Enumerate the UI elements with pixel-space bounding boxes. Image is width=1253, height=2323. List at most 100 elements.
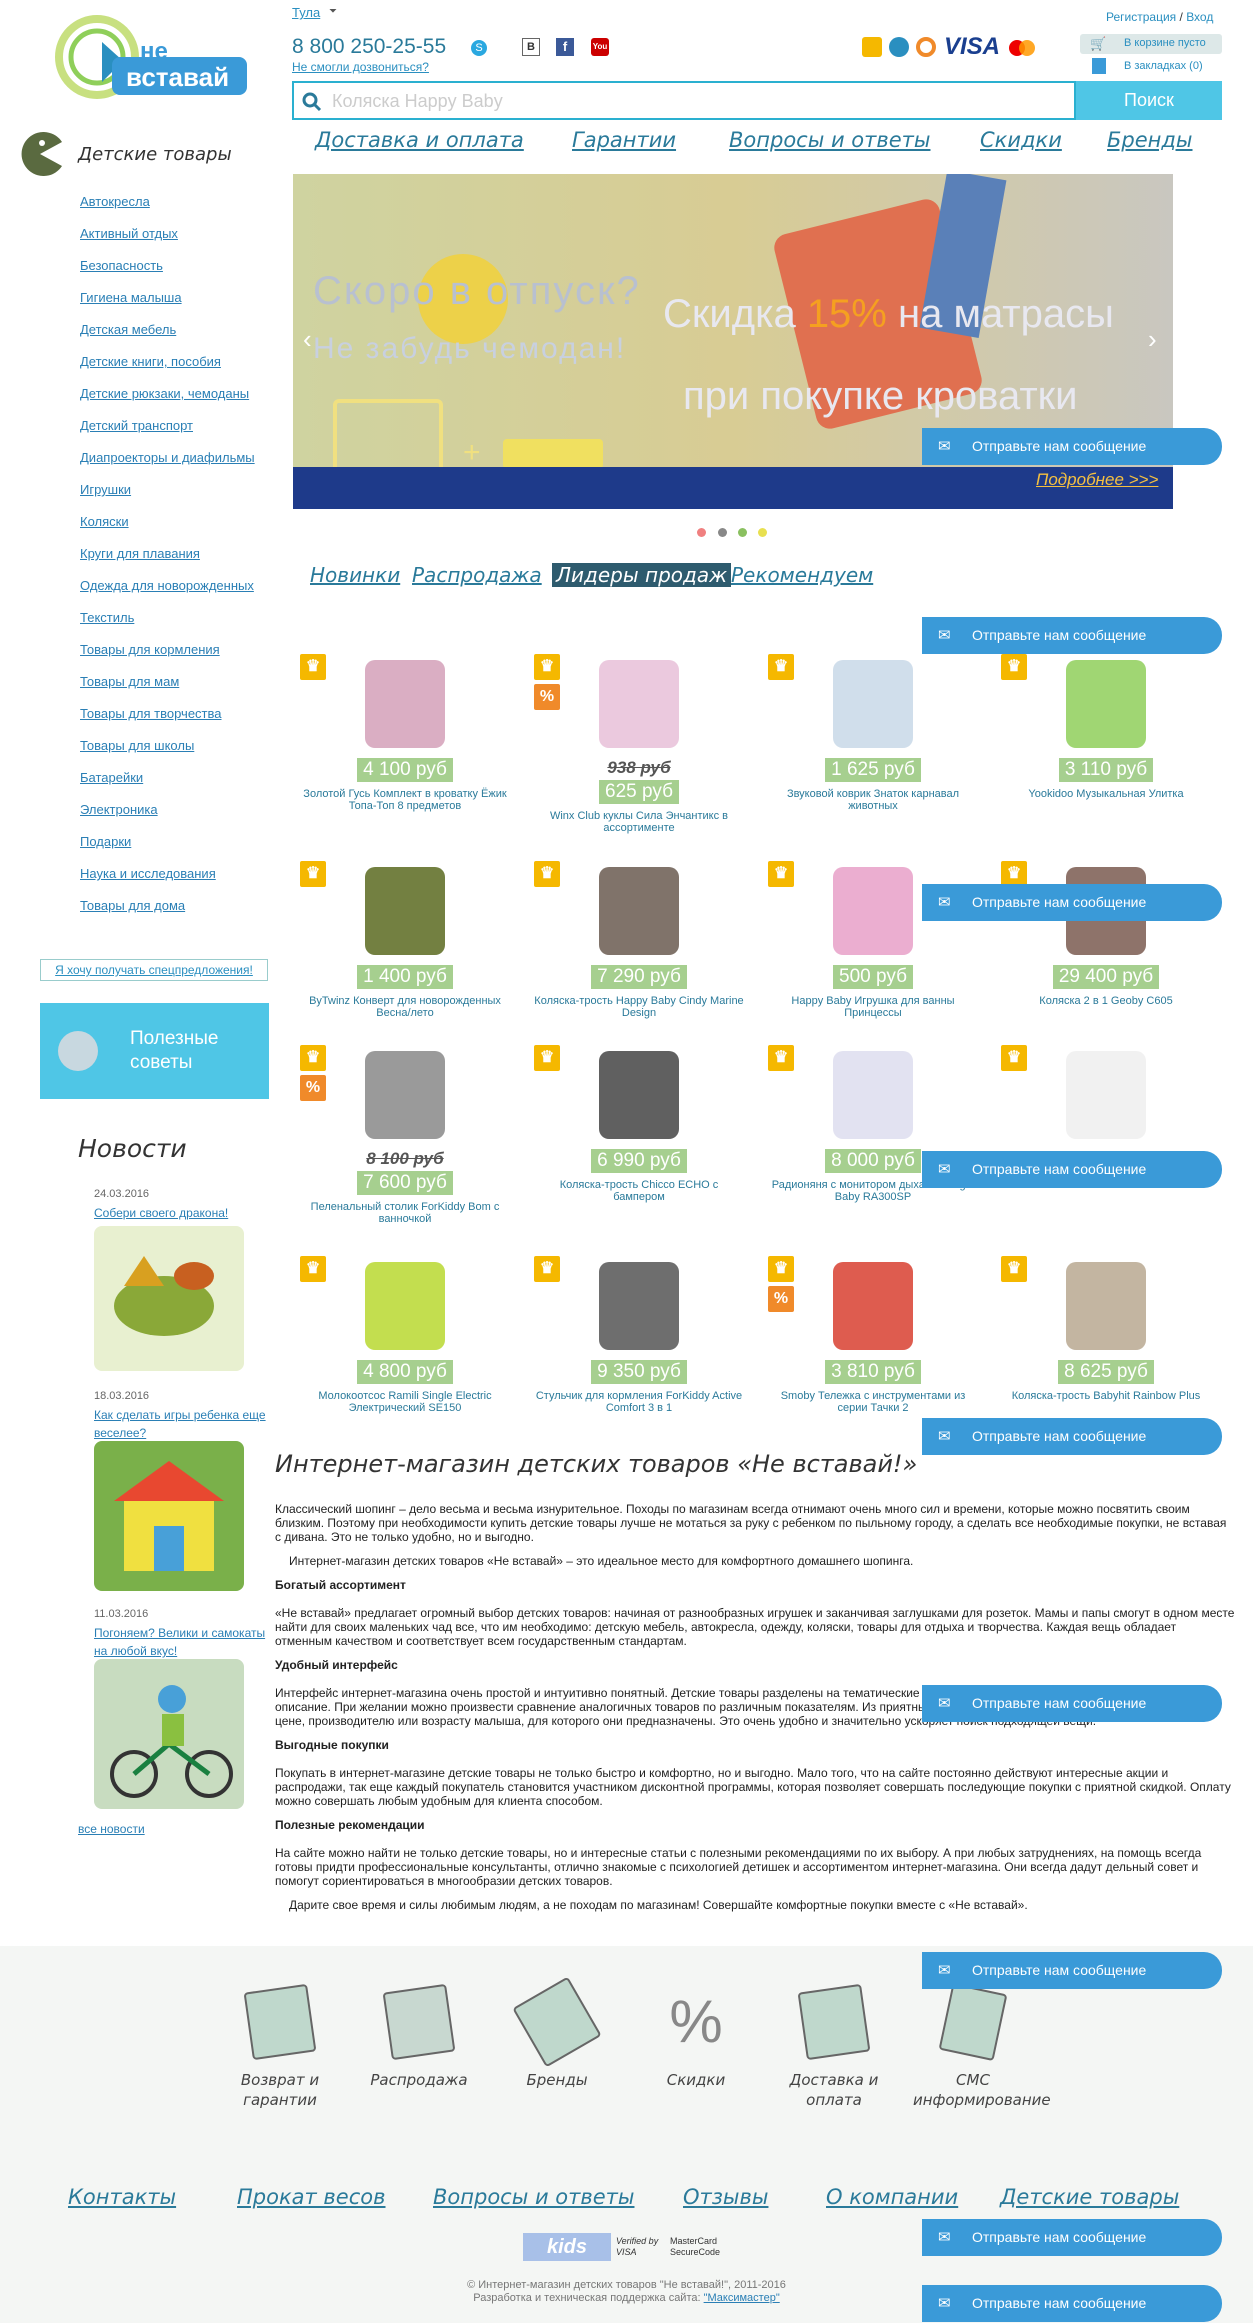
- callback-link[interactable]: Не смогли дозвониться?: [292, 60, 429, 74]
- category-item[interactable]: Детские рюкзаки, чемоданы: [80, 386, 249, 401]
- slider-dot[interactable]: [758, 528, 767, 537]
- product-name[interactable]: Молокоотсос Ramili Single Electric Элект…: [290, 1390, 520, 1414]
- product-card[interactable]: ♛ 500 руб Happy Baby Игрушка для ванны При…: [758, 859, 988, 1019]
- feature-brands[interactable]: Бренды: [497, 1976, 617, 2090]
- footer-link-about[interactable]: О компании: [826, 2185, 958, 2209]
- site-logo[interactable]: не вставай: [52, 12, 252, 107]
- cart-box[interactable]: 🛒 В корзине пусто: [1080, 34, 1222, 54]
- category-item[interactable]: Гигиена малыша: [80, 290, 182, 305]
- category-item[interactable]: Коляски: [80, 514, 129, 529]
- feature-sale[interactable]: Распродажа: [359, 1983, 479, 2090]
- product-card[interactable]: ♛ 6 990 руб Коляска-трость Chicco ECHO с б…: [524, 1043, 754, 1203]
- product-card[interactable]: ♛ 8 625 руб Коляска-трость Babyhit Rainbow…: [991, 1254, 1221, 1402]
- category-item[interactable]: Подарки: [80, 834, 131, 849]
- product-image[interactable]: [587, 859, 691, 963]
- news-image-bike[interactable]: [94, 1659, 244, 1809]
- nav-delivery[interactable]: Доставка и оплата: [315, 128, 524, 152]
- city-selector[interactable]: Тула: [292, 5, 320, 20]
- product-name[interactable]: Happy Baby Игрушка для ванны Принцессы: [758, 995, 988, 1019]
- send-message-button[interactable]: Отправьте нам сообщение: [922, 617, 1222, 654]
- facebook-icon[interactable]: f: [556, 38, 574, 56]
- product-card[interactable]: ♛ 4 100 руб Золотой Гусь Комплект в кроват…: [290, 652, 520, 812]
- tab-sale[interactable]: Распродажа: [412, 563, 542, 587]
- product-card[interactable]: ♛% 8 100 руб 7 600 руб Пеленальный столик F…: [290, 1043, 520, 1225]
- product-image[interactable]: [353, 652, 457, 756]
- product-image[interactable]: [587, 652, 691, 756]
- category-item[interactable]: Наука и исследования: [80, 866, 216, 881]
- tab-new[interactable]: Новинки: [310, 563, 400, 587]
- feature-sms[interactable]: СМС информирование: [913, 1982, 1051, 2110]
- product-image[interactable]: [353, 859, 457, 963]
- category-item[interactable]: Товары для кормления: [80, 642, 220, 657]
- youtube-icon[interactable]: You: [591, 38, 609, 56]
- product-image[interactable]: [587, 1043, 691, 1147]
- news-link[interactable]: Собери своего дракона!: [94, 1204, 274, 1222]
- feature-returns[interactable]: Возврат и гарантии: [220, 1983, 340, 2110]
- send-message-button[interactable]: Отправьте нам сообщение: [922, 428, 1222, 465]
- banner-more-link[interactable]: Подробнее >>>: [1036, 470, 1158, 490]
- category-item[interactable]: Электроника: [80, 802, 158, 817]
- product-image[interactable]: [1054, 1254, 1158, 1358]
- slider-dot[interactable]: [718, 528, 727, 537]
- product-card[interactable]: ♛% 3 810 руб Smoby Тележка с инструментами…: [758, 1254, 988, 1414]
- product-image[interactable]: [821, 859, 925, 963]
- product-name[interactable]: Winx Club куклы Сила Энчантикс в ассорти…: [524, 810, 754, 834]
- feature-delivery[interactable]: Доставка и оплата: [774, 1983, 894, 2110]
- category-item[interactable]: Товары для творчества: [80, 706, 222, 721]
- product-name[interactable]: Стульчик для кормления ForKiddy Active C…: [524, 1390, 754, 1414]
- tab-bestsellers[interactable]: Лидеры продаж: [552, 563, 732, 587]
- category-item[interactable]: Батарейки: [80, 770, 143, 785]
- product-card[interactable]: ♛ 3 110 руб Yookidoo Музыкальная Улитка: [991, 652, 1221, 800]
- send-message-button[interactable]: Отправьте нам сообщение: [922, 884, 1222, 921]
- footer-link-reviews[interactable]: Отзывы: [683, 2185, 768, 2209]
- product-card[interactable]: ♛ 4 800 руб Молокоотсос Ramili Single Elec…: [290, 1254, 520, 1414]
- product-name[interactable]: Коляска-трость Chicco ECHO с бампером: [524, 1179, 754, 1203]
- product-name[interactable]: ByTwinz Конверт для новорожденных Весна/…: [290, 995, 520, 1019]
- category-item[interactable]: Одежда для новорожденных: [80, 578, 254, 593]
- developer-link[interactable]: "Максимастер": [704, 2292, 780, 2304]
- category-item[interactable]: Товары для школы: [80, 738, 194, 753]
- category-item[interactable]: Безопасность: [80, 258, 163, 273]
- product-name[interactable]: Yookidoo Музыкальная Улитка: [991, 788, 1221, 800]
- category-item[interactable]: Детская мебель: [80, 322, 176, 337]
- vk-icon[interactable]: В: [522, 38, 540, 56]
- product-name[interactable]: Золотой Гусь Комплект в кроватку Ёжик То…: [290, 788, 520, 812]
- product-name[interactable]: Коляска 2 в 1 Geoby C605: [991, 995, 1221, 1007]
- product-name[interactable]: Звуковой коврик Знаток карнавал животных: [758, 788, 988, 812]
- product-image[interactable]: [821, 652, 925, 756]
- banner-prev-arrow[interactable]: ‹: [303, 324, 312, 355]
- category-item[interactable]: Текстиль: [80, 610, 134, 625]
- search-input[interactable]: Коляска Happy Baby: [292, 81, 1076, 120]
- bookmarks-box[interactable]: В закладках (0): [1080, 58, 1222, 76]
- useful-tips-banner[interactable]: Полезные советы: [40, 1003, 269, 1099]
- category-item[interactable]: Игрушки: [80, 482, 131, 497]
- product-image[interactable]: [587, 1254, 691, 1358]
- skype-icon[interactable]: S: [471, 40, 487, 56]
- slider-dot-active[interactable]: [697, 528, 706, 537]
- footer-link-kids-goods[interactable]: Детские товары: [1000, 2185, 1179, 2209]
- category-item[interactable]: Автокресла: [80, 194, 150, 209]
- category-item[interactable]: Круги для плавания: [80, 546, 200, 561]
- news-image-dragon[interactable]: [94, 1226, 244, 1371]
- footer-link-rent[interactable]: Прокат весов: [237, 2185, 386, 2209]
- category-item[interactable]: Активный отдых: [80, 226, 178, 241]
- search-button[interactable]: Поиск: [1076, 81, 1222, 120]
- news-link[interactable]: Как сделать игры ребенка еще веселее?: [94, 1406, 274, 1442]
- nav-guarantees[interactable]: Гарантии: [572, 128, 676, 152]
- chevron-down-icon[interactable]: ⏷: [329, 6, 337, 17]
- slider-dot[interactable]: [738, 528, 747, 537]
- all-news-link[interactable]: все новости: [78, 1822, 145, 1836]
- send-message-button[interactable]: Отправьте нам сообщение: [922, 1151, 1222, 1188]
- login-link[interactable]: Вход: [1186, 10, 1213, 24]
- send-message-button[interactable]: Отправьте нам сообщение: [922, 1952, 1222, 1989]
- news-image-playhouse[interactable]: [94, 1441, 244, 1591]
- product-image[interactable]: [821, 1254, 925, 1358]
- nav-discounts[interactable]: Скидки: [980, 128, 1062, 152]
- category-item[interactable]: Детский транспорт: [80, 418, 193, 433]
- footer-link-contacts[interactable]: Контакты: [68, 2185, 176, 2209]
- product-image[interactable]: [353, 1043, 457, 1147]
- product-name[interactable]: Коляска-трость Babyhit Rainbow Plus: [991, 1390, 1221, 1402]
- special-offers-link[interactable]: Я хочу получать спецпредложения!: [40, 959, 268, 981]
- product-name[interactable]: Пеленальный столик ForKiddy Bom с ванноч…: [290, 1201, 520, 1225]
- category-item[interactable]: Товары для мам: [80, 674, 179, 689]
